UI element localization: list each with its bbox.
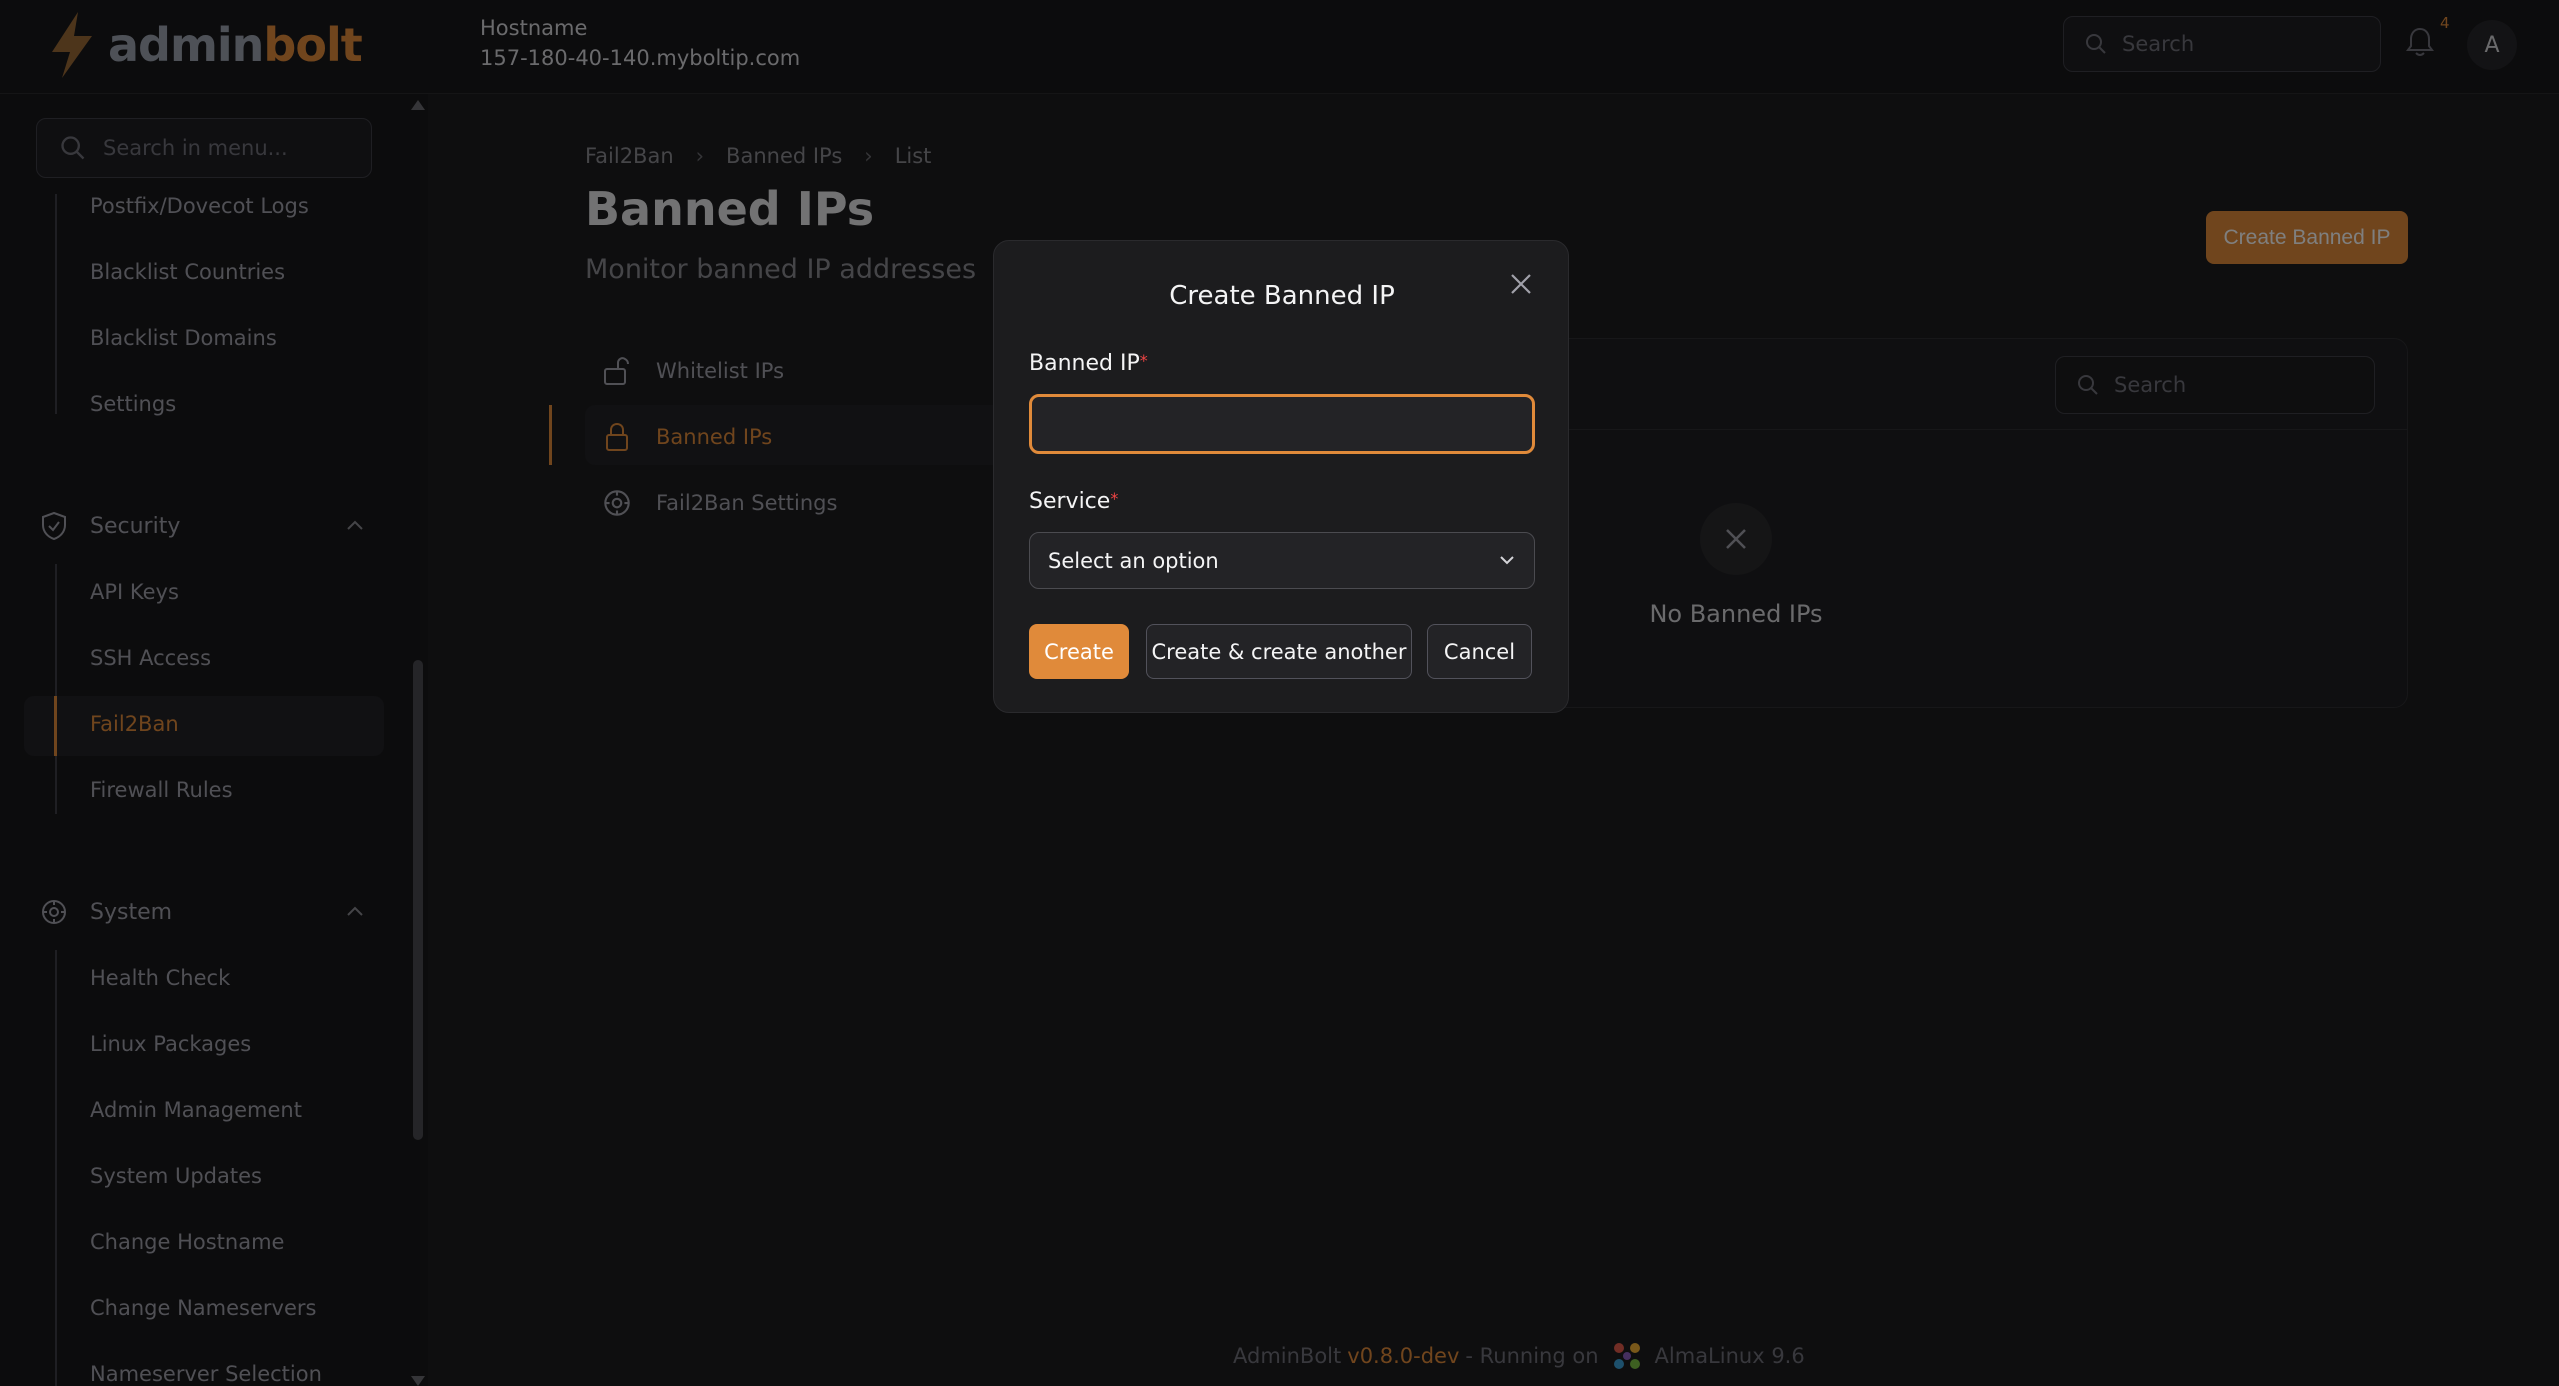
service-select[interactable]: Select an option — [1029, 532, 1535, 589]
required-mark: * — [1110, 489, 1119, 508]
service-label: Service* — [1029, 489, 1119, 514]
banned-ip-label: Banned IP* — [1029, 351, 1148, 376]
cancel-button[interactable]: Cancel — [1427, 624, 1532, 679]
banned-ip-input[interactable] — [1029, 394, 1535, 454]
create-button[interactable]: Create — [1029, 624, 1129, 679]
close-icon[interactable] — [1506, 269, 1536, 299]
service-select-value: Select an option — [1048, 548, 1219, 573]
chevron-down-icon — [1500, 556, 1514, 565]
create-another-button[interactable]: Create & create another — [1146, 624, 1412, 679]
modal-title: Create Banned IP — [1169, 281, 1395, 311]
create-banned-ip-modal: Create Banned IP Banned IP* Service* Sel… — [993, 240, 1569, 713]
required-mark: * — [1139, 351, 1148, 370]
